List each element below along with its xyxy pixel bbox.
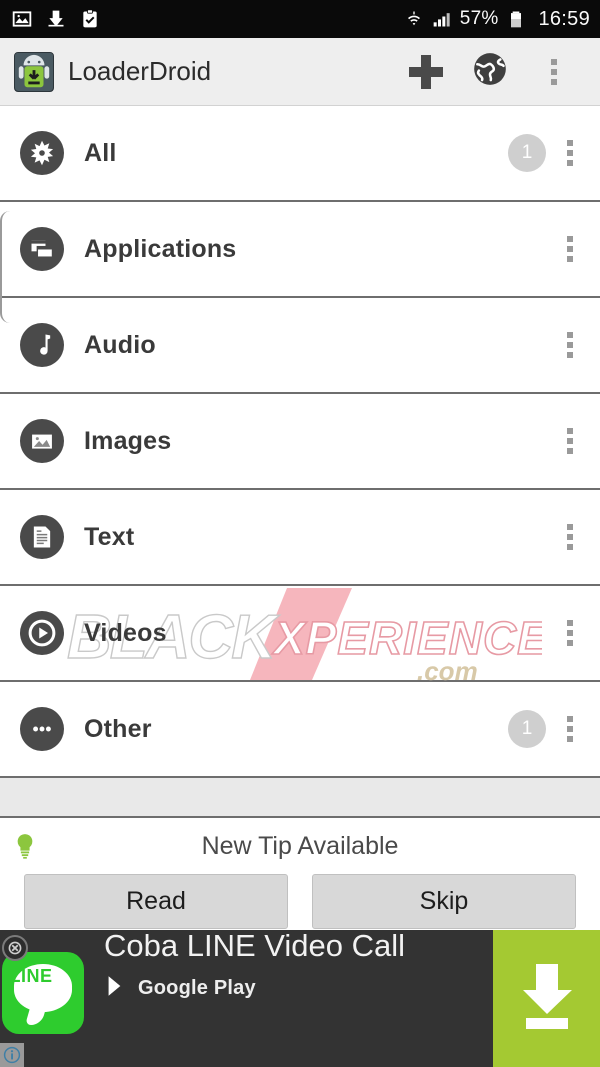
photo-icon xyxy=(20,419,64,463)
overflow-dots-icon xyxy=(551,58,557,85)
ad-store-badge: Google Play xyxy=(104,973,493,1004)
download-icon xyxy=(46,9,66,29)
status-bar: 57% 16:59 xyxy=(0,0,600,38)
list-item-label: Videos xyxy=(84,618,167,647)
list-item-menu-button[interactable] xyxy=(550,620,590,646)
list-item-other[interactable]: Other 1 xyxy=(0,682,600,778)
list-item-label: All xyxy=(84,138,117,167)
loaderdroid-logo-icon xyxy=(14,51,54,92)
app-title: LoaderDroid xyxy=(68,56,212,86)
status-bar-right-icons: 57% 16:59 xyxy=(404,8,590,31)
close-icon[interactable] xyxy=(2,935,28,961)
list-item-menu-button[interactable] xyxy=(550,524,590,550)
list-item-label: Other xyxy=(84,714,152,743)
overflow-dots-icon xyxy=(567,716,573,742)
list-item-label: Images xyxy=(84,426,172,455)
overflow-dots-icon xyxy=(567,524,573,550)
list-item-applications[interactable]: Applications xyxy=(0,202,600,298)
status-badge xyxy=(508,614,546,652)
ad-content: Coba LINE Video Call Google Play xyxy=(100,930,493,1067)
list-item-label: Applications xyxy=(84,234,237,263)
list-item-label: Text xyxy=(84,522,135,551)
ad-install-button[interactable] xyxy=(493,930,600,1067)
document-icon xyxy=(20,515,64,559)
list-item-menu-button[interactable] xyxy=(550,236,590,262)
ad-banner[interactable]: LINE Coba LINE Video Call Google Play xyxy=(0,930,600,1067)
clipboard-task-icon xyxy=(80,9,100,29)
tip-text: New Tip Available xyxy=(201,831,399,860)
list-item-right xyxy=(508,230,590,268)
line-app-icon-label: LINE xyxy=(9,966,53,986)
list-item-right xyxy=(508,614,590,652)
music-note-icon xyxy=(20,323,64,367)
list-item-menu-button[interactable] xyxy=(550,716,590,742)
image-icon xyxy=(12,9,32,29)
wifi-icon xyxy=(404,9,424,29)
download-arrow-icon xyxy=(516,958,578,1039)
list-item-right xyxy=(508,326,590,364)
list-item-menu-button[interactable] xyxy=(550,140,590,166)
windows-icon xyxy=(20,227,64,271)
skip-tip-button[interactable]: Skip xyxy=(312,874,576,929)
play-circle-icon xyxy=(20,611,64,655)
list-item-label: Audio xyxy=(84,330,156,359)
browser-button[interactable] xyxy=(458,38,522,106)
list-item-videos[interactable]: Videos xyxy=(0,586,600,682)
globe-icon xyxy=(471,50,509,93)
status-badge xyxy=(508,518,546,556)
tip-buttons: Read Skip xyxy=(0,868,600,939)
list-item-images[interactable]: Images xyxy=(0,394,600,490)
category-list: All 1 Applications Audio Images Text Vid… xyxy=(0,106,600,818)
overflow-dots-icon xyxy=(567,236,573,262)
ad-store-label: Google Play xyxy=(138,976,256,999)
overflow-dots-icon xyxy=(567,140,573,166)
info-icon[interactable] xyxy=(0,1043,24,1067)
status-badge: 1 xyxy=(508,710,546,748)
ad-title: Coba LINE Video Call xyxy=(104,930,405,963)
status-badge xyxy=(508,230,546,268)
overflow-dots-icon xyxy=(567,620,573,646)
battery-icon xyxy=(506,9,526,29)
list-item-all[interactable]: All 1 xyxy=(0,106,600,202)
tip-bar: New Tip Available Read Skip xyxy=(0,818,600,939)
app-bar: LoaderDroid xyxy=(0,38,600,106)
list-item-right xyxy=(508,518,590,556)
list-item-right: 1 xyxy=(508,134,590,172)
status-badge xyxy=(508,326,546,364)
line-app-icon: LINE xyxy=(2,952,84,1034)
list-item-menu-button[interactable] xyxy=(550,428,590,454)
plus-icon xyxy=(409,54,443,89)
list-item-right xyxy=(508,422,590,460)
add-download-button[interactable] xyxy=(394,38,458,106)
list-item-text[interactable]: Text xyxy=(0,490,600,586)
battery-percentage: 57% xyxy=(459,8,499,29)
overflow-menu-button[interactable] xyxy=(522,38,586,106)
list-item-right: 1 xyxy=(508,710,590,748)
status-bar-left-icons xyxy=(12,9,100,29)
ellipsis-icon xyxy=(20,707,64,751)
google-play-icon xyxy=(104,973,130,1004)
starburst-icon xyxy=(20,131,64,175)
ad-icon-area: LINE xyxy=(0,930,100,1067)
list-item-menu-button[interactable] xyxy=(550,332,590,358)
list-item-audio[interactable]: Audio xyxy=(0,298,600,394)
tip-header: New Tip Available xyxy=(0,824,600,868)
app-bar-actions xyxy=(394,38,586,106)
read-tip-button[interactable]: Read xyxy=(24,874,288,929)
clock-time: 16:59 xyxy=(538,7,590,30)
status-badge xyxy=(508,422,546,460)
status-badge: 1 xyxy=(508,134,546,172)
signal-bars-icon xyxy=(432,9,452,29)
list-bottom-spacer xyxy=(0,778,600,818)
overflow-dots-icon xyxy=(567,332,573,358)
overflow-dots-icon xyxy=(567,428,573,454)
